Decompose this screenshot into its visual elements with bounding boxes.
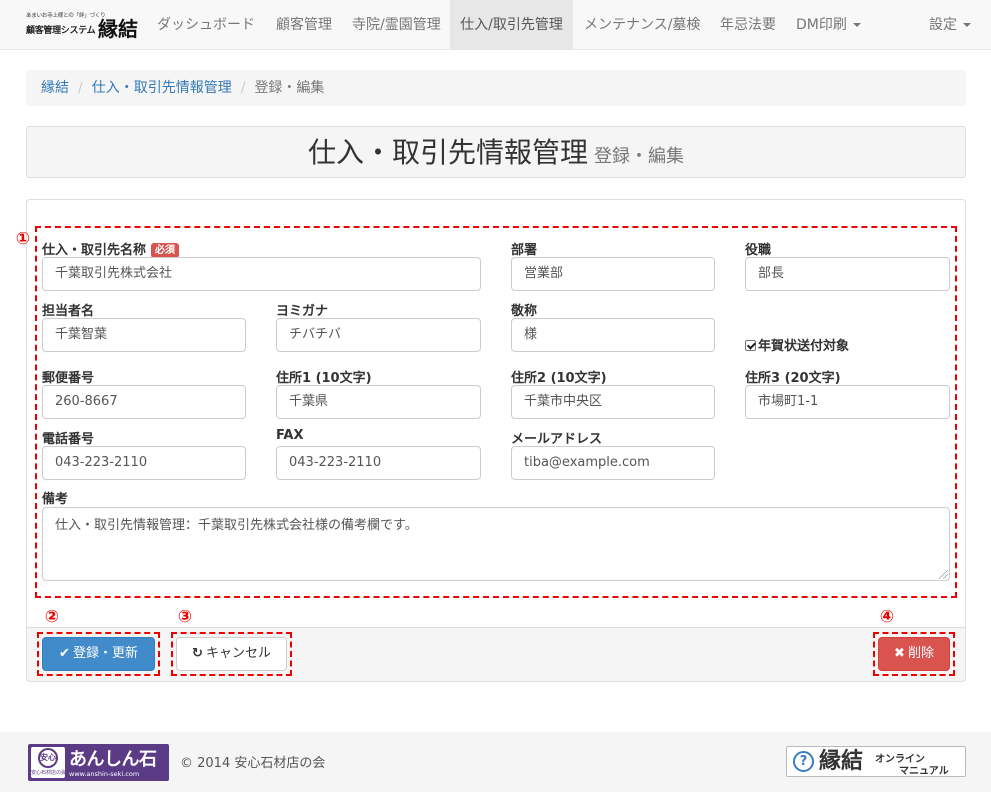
nav-customers[interactable]: 顧客管理 [265, 0, 343, 50]
nav-settings-label: 設定 [929, 17, 957, 33]
cancel-button-label: キャンセル [205, 646, 271, 661]
brand-tagline: あまいお寺上様との「絆」づくり [26, 13, 106, 19]
nav-dm-print-label: DM印刷 [796, 17, 847, 33]
brand-logo[interactable]: あまいお寺上様との「絆」づくり 顧客管理システム 縁結 [26, 11, 142, 41]
supplier-name-input[interactable]: 千葉取引先株式会社 [42, 257, 481, 291]
nav-customers-label: 顧客管理 [276, 17, 332, 33]
email-input[interactable]: tiba@example.com [511, 446, 715, 480]
postal-input[interactable]: 260-8667 [42, 385, 246, 419]
cancel-button[interactable]: ↻ キャンセル [176, 637, 287, 671]
delete-button-label: 削除 [907, 646, 934, 661]
manual-label-line2: マニュアル [899, 766, 949, 777]
nav-memorial-label: 年忌法要 [720, 17, 776, 33]
nav-memorial-services[interactable]: 年忌法要 [709, 0, 787, 50]
department-input[interactable]: 営業部 [511, 257, 715, 291]
fax-label: FAX [276, 428, 304, 443]
brand-logo-text: 縁結 [98, 17, 138, 41]
nav-temples-label: 寺院/霊園管理 [352, 17, 441, 33]
page-header: 仕入・取引先情報管理 登録・編集 [26, 126, 966, 178]
supplier-name-label-text: 仕入・取引先名称 [42, 243, 147, 258]
copyright-text: © 2014 安心石材店の会 [180, 756, 326, 771]
department-label: 部署 [511, 243, 538, 258]
page-title: 仕入・取引先情報管理 [307, 136, 588, 169]
contact-name-input[interactable]: 千葉智葉 [42, 318, 246, 352]
address2-input[interactable]: 千葉市中央区 [511, 385, 715, 419]
online-manual-link[interactable]: ? 縁結 オンライン マニュアル [786, 746, 966, 777]
brand-system-name: 顧客管理システム [26, 26, 96, 36]
breadcrumb-suppliers[interactable]: 仕入・取引先情報管理 [92, 80, 232, 96]
breadcrumb-separator: / [78, 80, 83, 96]
save-button-label: 登録・更新 [72, 646, 138, 661]
annotation-marker-4: ④ [879, 607, 895, 627]
kana-input[interactable]: チバチバ [276, 318, 481, 352]
top-navbar: あまいお寺上様との「絆」づくり 顧客管理システム 縁結 ダッシュボード 顧客管理… [0, 0, 991, 50]
nav-dashboard-label: ダッシュボード [157, 17, 255, 33]
partner-url: www.anshin-seki.com [69, 770, 140, 778]
annotation-marker-1: ① [15, 229, 31, 249]
site-footer: 安心 安心石材店の会 あんしん石 www.anshin-seki.com © 2… [0, 732, 991, 792]
address3-label: 住所3 (20文字) [745, 371, 841, 386]
nav-maintenance-label: メンテナンス/墓検 [584, 17, 701, 33]
page-subtitle: 登録・編集 [594, 146, 684, 167]
help-question-icon: ? [793, 751, 814, 772]
position-input[interactable]: 部長 [745, 257, 950, 291]
postal-label: 郵便番号 [42, 371, 95, 386]
chevron-down-icon [852, 23, 861, 27]
annotation-marker-3: ③ [177, 607, 193, 627]
email-label: メールアドレス [511, 432, 603, 447]
partner-logo[interactable]: 安心 安心石材店の会 あんしん石 www.anshin-seki.com [28, 744, 169, 781]
nav-temples[interactable]: 寺院/霊園管理 [341, 0, 452, 50]
address2-label: 住所2 (10文字) [511, 371, 607, 386]
form-actions-footer [27, 627, 965, 681]
partner-badge-mark: 安心 [38, 748, 58, 768]
refresh-icon: ↻ [192, 646, 203, 661]
new-year-card-label: 年賀状送付対象 [758, 339, 850, 354]
breadcrumb-home[interactable]: 縁結 [41, 80, 69, 96]
contact-name-label: 担当者名 [42, 304, 95, 319]
delete-button[interactable]: ✖ 削除 [878, 637, 950, 671]
notes-label: 備考 [42, 492, 69, 507]
honorific-label: 敬称 [511, 304, 538, 319]
nav-dm-print[interactable]: DM印刷 [785, 0, 872, 50]
annotation-marker-2: ② [44, 607, 60, 627]
partner-badge-caption: 安心石材店の会 [31, 770, 67, 776]
breadcrumb-separator: / [240, 80, 246, 96]
address1-label: 住所1 (10文字) [276, 371, 372, 386]
notes-textarea[interactable]: 仕入・取引先情報管理：千葉取引先株式会社様の備考欄です。 [42, 507, 950, 581]
kana-label: ヨミガナ [276, 304, 329, 319]
address3-input[interactable]: 市場町1-1 [745, 385, 950, 419]
partner-badge: 安心 安心石材店の会 [31, 747, 67, 778]
resize-handle-icon[interactable] [939, 570, 948, 579]
notes-text: 仕入・取引先情報管理：千葉取引先株式会社様の備考欄です。 [55, 518, 418, 533]
nav-suppliers-label: 仕入/取引先管理 [460, 17, 563, 33]
honorific-input[interactable]: 様 [511, 318, 715, 352]
new-year-card-checkbox[interactable]: 年賀状送付対象 [745, 335, 849, 354]
breadcrumb: 縁結 / 仕入・取引先情報管理 / 登録・編集 [26, 70, 966, 106]
phone-input[interactable]: 043-223-2110 [42, 446, 246, 480]
fax-input[interactable]: 043-223-2110 [276, 446, 481, 480]
supplier-name-label: 仕入・取引先名称 必須 [42, 239, 180, 258]
partner-name: あんしん石 [69, 749, 157, 770]
phone-label: 電話番号 [42, 432, 95, 447]
required-badge: 必須 [151, 243, 180, 258]
address1-input[interactable]: 千葉県 [276, 385, 481, 419]
checkbox-checked-icon[interactable] [745, 340, 756, 351]
nav-suppliers[interactable]: 仕入/取引先管理 [450, 0, 573, 50]
nav-maintenance[interactable]: メンテナンス/墓検 [573, 0, 711, 50]
manual-logo: 縁結 [819, 748, 864, 774]
nav-settings[interactable]: 設定 [918, 0, 971, 50]
checkmark-icon: ✔ [59, 646, 70, 661]
breadcrumb-current: 登録・編集 [254, 80, 325, 96]
chevron-down-icon [963, 23, 971, 27]
close-icon: ✖ [894, 646, 905, 661]
position-label: 役職 [745, 243, 772, 258]
save-button[interactable]: ✔ 登録・更新 [42, 637, 155, 671]
nav-dashboard[interactable]: ダッシュボード [146, 0, 266, 50]
